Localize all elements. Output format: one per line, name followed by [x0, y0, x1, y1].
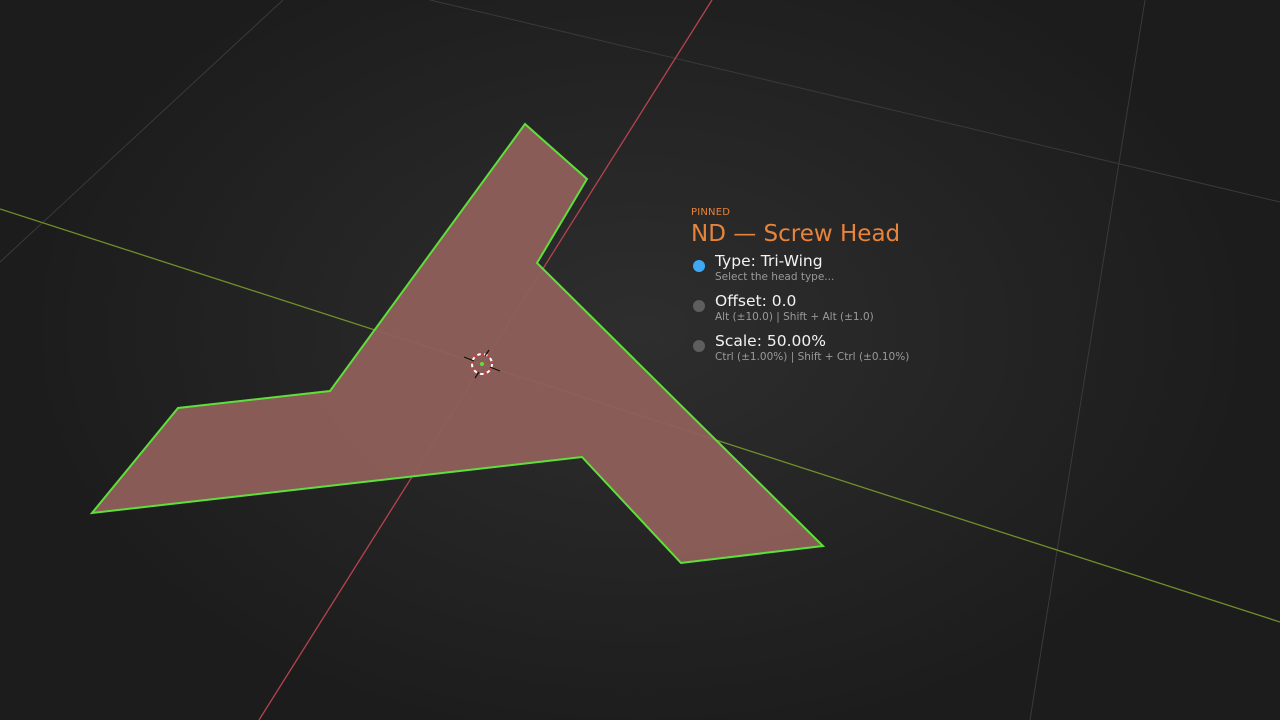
viewport-scene[interactable]	[0, 0, 1280, 720]
option-scale[interactable]: Scale: 50.00% Ctrl (±1.00%) | Shift + Ct…	[691, 332, 1051, 372]
pinned-label: PINNED	[691, 207, 731, 218]
3d-viewport[interactable]: PINNED ND — Screw Head Type: Tri-Wing Se…	[0, 0, 1280, 720]
active-indicator-icon	[693, 260, 705, 272]
option-offset-hint: Alt (±10.0) | Shift + Alt (±1.0)	[715, 311, 874, 323]
option-offset-label: Offset: 0.0	[715, 292, 797, 310]
cursor-center	[480, 362, 484, 366]
option-offset[interactable]: Offset: 0.0 Alt (±10.0) | Shift + Alt (±…	[691, 292, 1051, 332]
option-type-hint: Select the head type...	[715, 271, 835, 283]
inactive-indicator-icon	[693, 300, 705, 312]
option-type[interactable]: Type: Tri-Wing Select the head type...	[691, 252, 1051, 292]
option-type-label: Type: Tri-Wing	[715, 252, 823, 270]
option-scale-label: Scale: 50.00%	[715, 332, 826, 350]
option-scale-hint: Ctrl (±1.00%) | Shift + Ctrl (±0.10%)	[715, 351, 910, 363]
floor-grid	[0, 0, 1280, 720]
operator-title: ND — Screw Head	[691, 221, 901, 247]
inactive-indicator-icon	[693, 340, 705, 352]
operator-hud: PINNED ND — Screw Head Type: Tri-Wing Se…	[691, 207, 1051, 372]
